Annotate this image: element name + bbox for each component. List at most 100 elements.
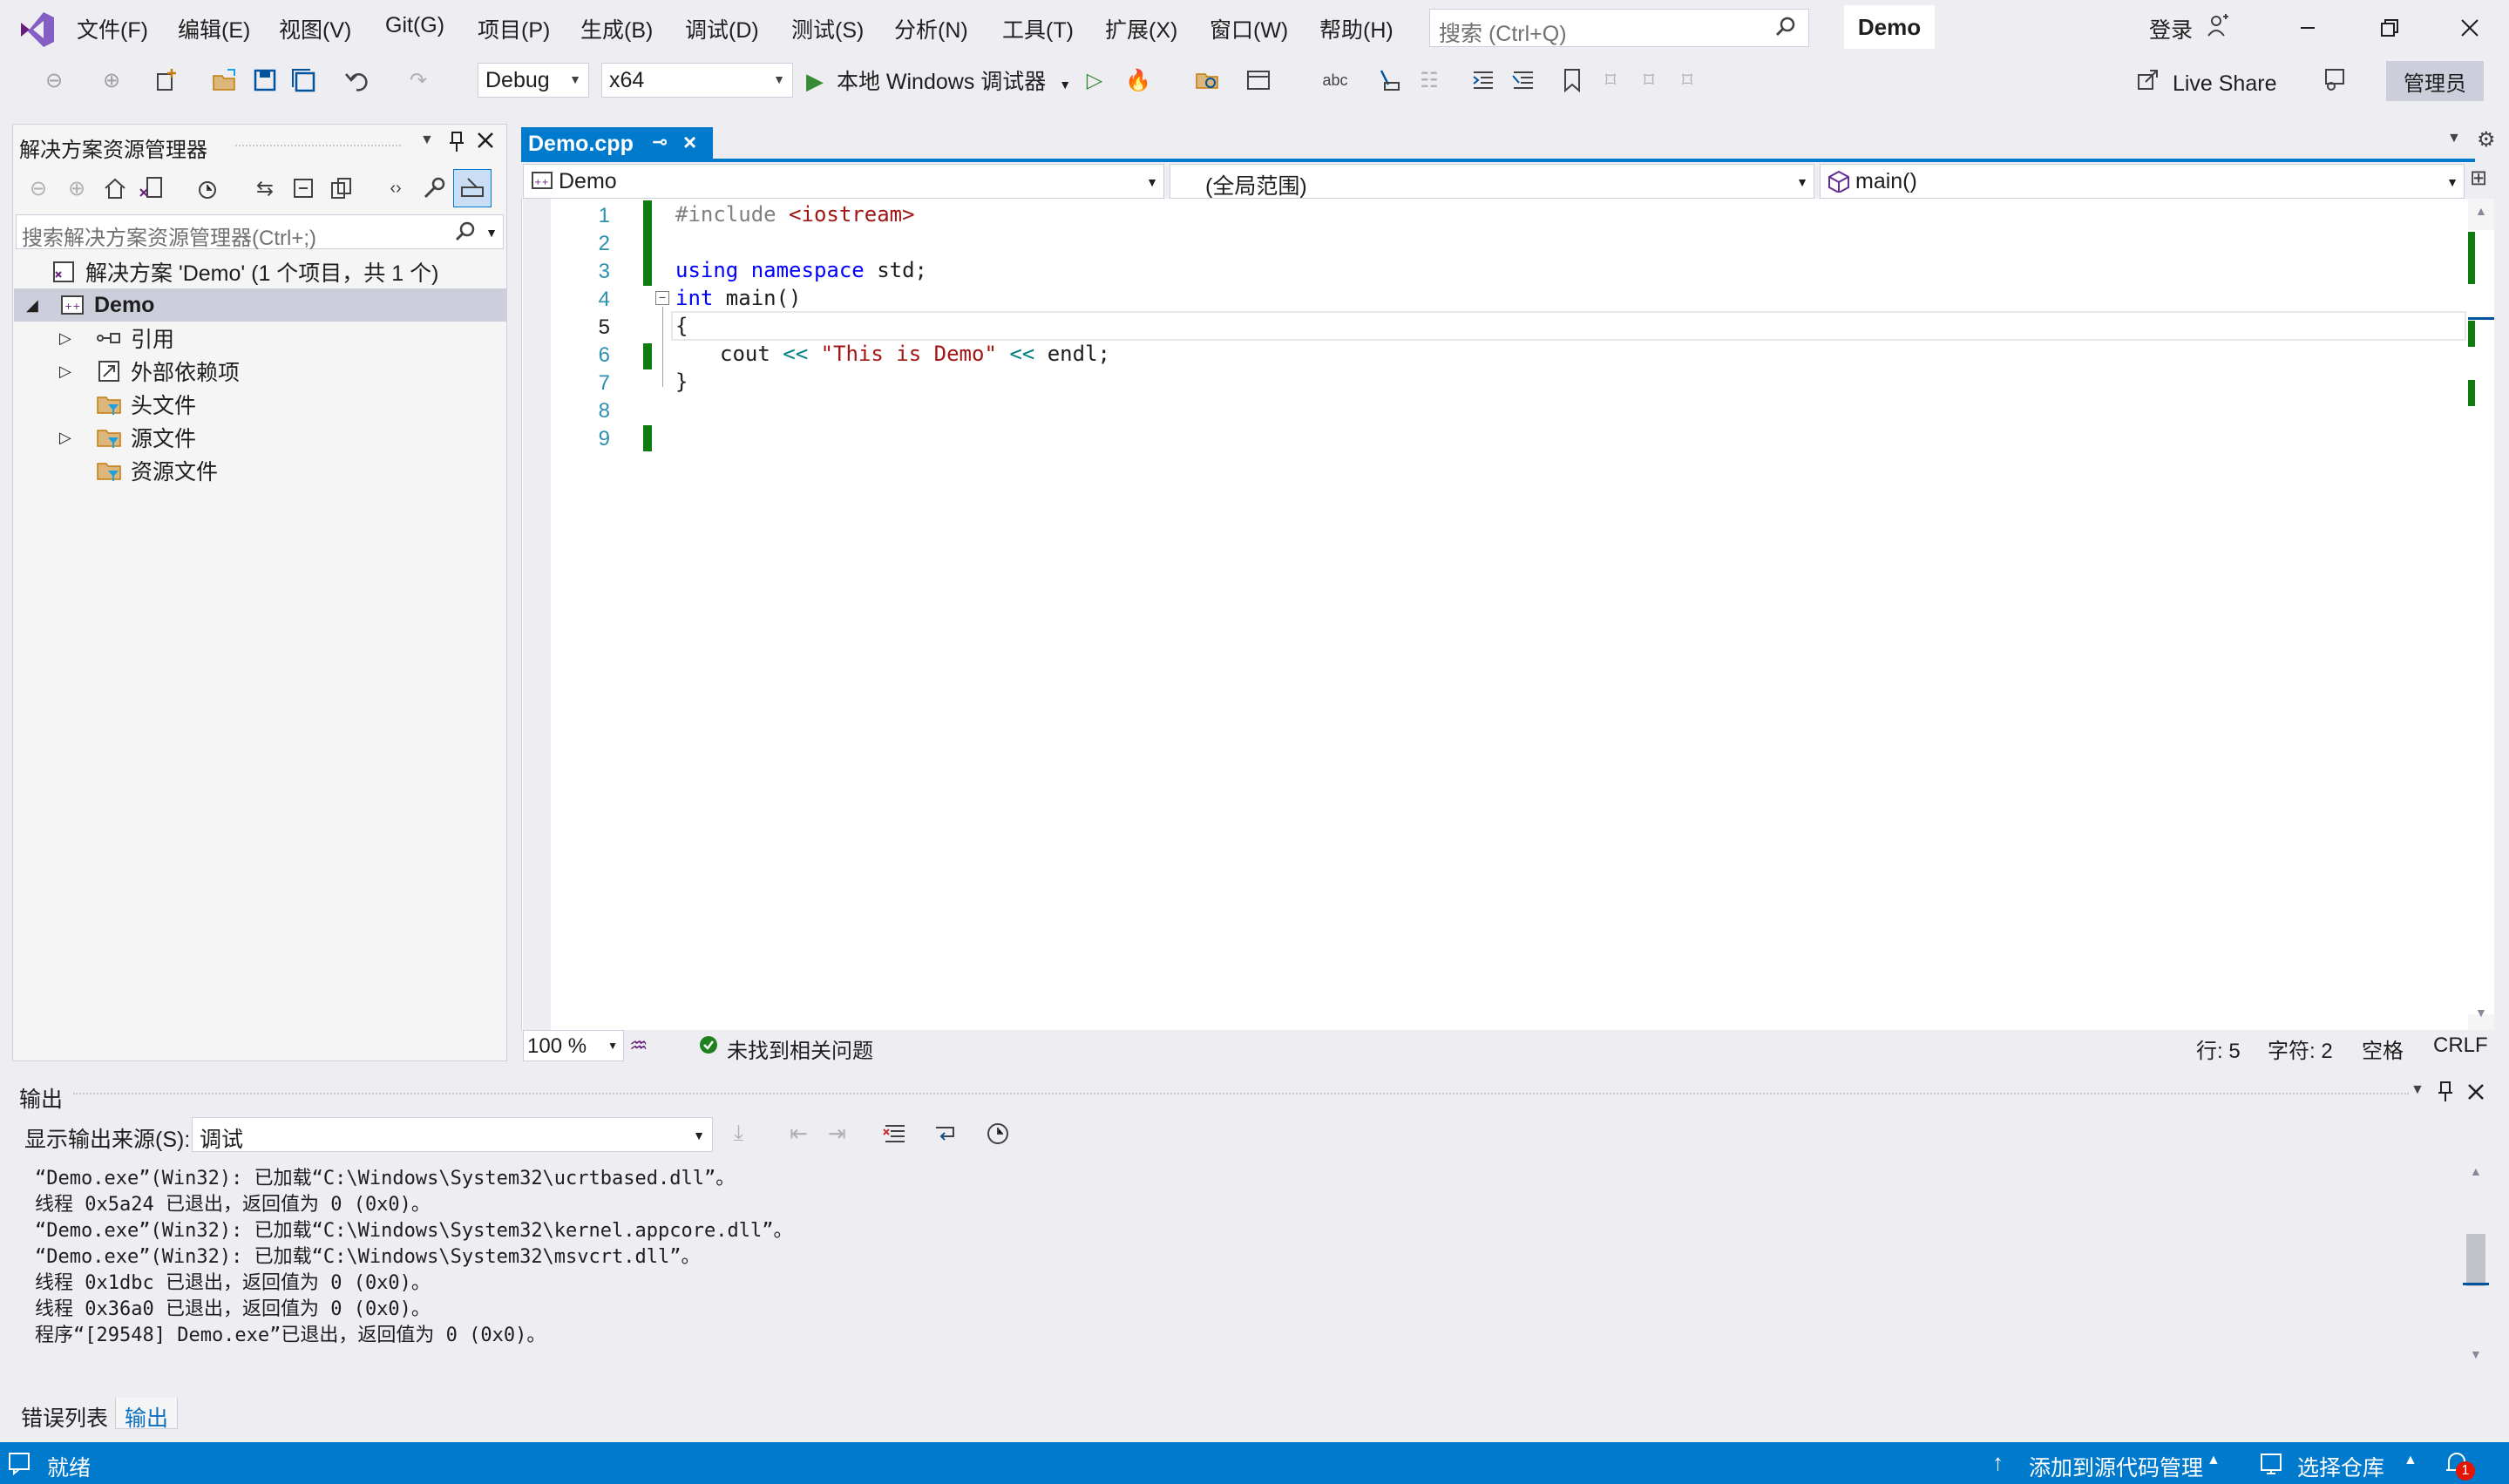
project-navigation-select[interactable]: ++ Demo ▼ [523,164,1164,199]
home-icon[interactable] [99,173,131,204]
menu-edit[interactable]: 编辑(E) [178,13,250,44]
tree-solution[interactable]: 解决方案 'Demo' (1 个项目，共 1 个) [14,255,507,288]
member-navigation-select[interactable]: main() ▼ [1820,164,2465,199]
save-icon[interactable] [249,64,281,96]
expanded-arrow-icon[interactable]: ◢ [26,296,47,315]
tab-overflow-icon[interactable]: ▼ [2447,131,2461,146]
collapse-region-icon[interactable]: − [655,291,669,305]
preview-selected-icon[interactable] [453,169,492,207]
step-into-icon[interactable] [1373,64,1405,96]
menu-extensions[interactable]: 扩展(X) [1105,13,1177,44]
menu-window[interactable]: 窗口(W) [1210,13,1288,44]
scroll-up-icon[interactable]: ▲ [2470,1164,2482,1178]
line-ending-indicator[interactable]: CRLF [2433,1033,2488,1058]
view-code-icon[interactable]: ‹› [380,173,411,204]
menu-git[interactable]: Git(G) [385,13,444,38]
clear-all-icon[interactable] [882,1121,908,1147]
menu-project[interactable]: 项目(P) [478,13,550,44]
split-editor-icon[interactable]: ⊞ [2470,166,2487,191]
scope-navigation-select[interactable]: (全局范围) ▼ [1170,164,1814,199]
tree-project-demo[interactable]: ◢ ++ Demo [14,288,507,322]
panel-close-icon[interactable] [476,131,495,150]
hot-reload-icon[interactable]: 🔥 [1122,64,1154,96]
output-vertical-scrollbar[interactable]: ▲ ▼ [2463,1159,2489,1368]
indent-icon[interactable] [1468,64,1499,96]
back-icon[interactable]: ⊖ [23,173,54,204]
panel-menu-icon[interactable]: ▼ [2411,1082,2424,1098]
tree-item-resource-files[interactable]: 资源文件 [14,454,507,487]
output-source-select[interactable]: 调试 ▼ [192,1117,713,1152]
comment-icon[interactable] [1508,64,1539,96]
navigate-back-icon[interactable]: ⊖ [38,64,70,96]
minimize-icon[interactable] [2292,12,2323,44]
next-message-icon[interactable]: ⇥ [828,1121,846,1147]
tab-output[interactable]: 输出 [115,1398,179,1431]
panel-close-icon[interactable] [2466,1082,2485,1101]
collapsed-arrow-icon[interactable]: ▷ [59,363,80,381]
solution-platform-select[interactable]: x64 ▼ [601,63,793,98]
window-layout-icon[interactable] [1243,64,1274,96]
find-message-icon[interactable]: ⤓ [734,1121,743,1146]
sync-icon[interactable]: ⇆ [249,173,281,204]
pin-icon[interactable] [448,131,465,153]
collapsed-arrow-icon[interactable]: ▷ [59,329,80,348]
login-link[interactable]: 登录 [2149,13,2193,44]
start-debugging-button[interactable]: ▶ 本地 Windows 调试器 ▼ [806,64,1071,96]
scroll-thumb[interactable] [2466,1234,2485,1286]
editor-vertical-scrollbar[interactable]: ▲ ▼ [2468,199,2494,1030]
chevron-up-icon[interactable]: ▲ [2404,1453,2417,1468]
pin-tab-icon[interactable]: ⊸ [652,131,668,153]
menu-help[interactable]: 帮助(H) [1319,13,1394,44]
account-icon[interactable] [2203,10,2234,42]
browse-files-icon[interactable] [1192,64,1224,96]
word-wrap-icon[interactable] [932,1121,959,1147]
prev-message-icon[interactable]: ⇤ [790,1121,808,1147]
search-options-icon[interactable]: ▼ [485,226,498,240]
tree-item-source-files[interactable]: ▷ 源文件 [14,421,507,454]
prev-bookmark-icon[interactable]: ⌑ [1595,64,1626,96]
scroll-down-icon[interactable]: ▼ [2475,1006,2487,1020]
close-icon[interactable] [2454,12,2485,44]
format-icon[interactable]: ☷ [1414,64,1445,96]
save-all-icon[interactable] [288,64,319,96]
collapsed-arrow-icon[interactable]: ▷ [59,429,80,447]
add-to-source-control-button[interactable]: 添加到源代码管理 [2029,1451,2203,1482]
start-without-debugging-icon[interactable]: ▷ [1079,64,1110,96]
menu-analyze[interactable]: 分析(N) [894,13,968,44]
tab-demo-cpp[interactable]: Demo.cpp ⊸ × [521,127,713,160]
menu-build[interactable]: 生成(B) [580,13,653,44]
next-bookmark-icon[interactable]: ⌑ [1633,64,1665,96]
search-input[interactable]: 搜索 (Ctrl+Q) [1429,9,1809,47]
menu-file[interactable]: 文件(F) [77,13,148,44]
bookmark-icon[interactable] [1556,64,1588,96]
open-file-icon[interactable] [209,64,241,96]
menu-view[interactable]: 视图(V) [279,13,351,44]
tab-error-list[interactable]: 错误列表 [12,1398,117,1431]
switch-views-icon[interactable] [136,173,167,204]
select-repository-button[interactable]: 选择仓库 [2297,1451,2384,1482]
live-share-button[interactable]: Live Share [2137,68,2276,97]
tree-item-references[interactable]: ▷ 引用 [14,322,507,355]
issues-status[interactable]: 未找到相关问题 [727,1033,873,1064]
intellicode-icon[interactable]: ♒ [629,1033,648,1059]
new-project-icon[interactable] [152,64,183,96]
restore-icon[interactable] [2374,12,2405,44]
scroll-down-icon[interactable]: ▼ [2470,1347,2482,1361]
spell-check-icon[interactable]: abc [1319,64,1351,96]
solution-search-input[interactable]: 搜索解决方案资源管理器(Ctrl+;) ▼ [16,214,504,250]
pin-icon[interactable] [2437,1081,2454,1103]
properties-icon[interactable] [418,173,450,204]
scroll-up-icon[interactable]: ▲ [2475,204,2487,218]
forward-icon[interactable]: ⊕ [61,173,92,204]
collapse-all-icon[interactable] [288,173,319,204]
undo-icon[interactable] [342,64,373,96]
zoom-select[interactable]: 100 % ▼ [523,1030,624,1061]
panel-menu-icon[interactable]: ▼ [420,132,434,148]
clock-icon[interactable] [985,1121,1011,1147]
line-indicator[interactable]: 行: 5 [2196,1033,2241,1064]
chevron-up-icon[interactable]: ▲ [2207,1453,2221,1468]
clear-bookmarks-icon[interactable]: ⌑ [1672,64,1703,96]
show-all-files-icon[interactable] [326,173,357,204]
menu-debug[interactable]: 调试(D) [685,13,759,44]
tree-item-header-files[interactable]: 头文件 [14,388,507,421]
